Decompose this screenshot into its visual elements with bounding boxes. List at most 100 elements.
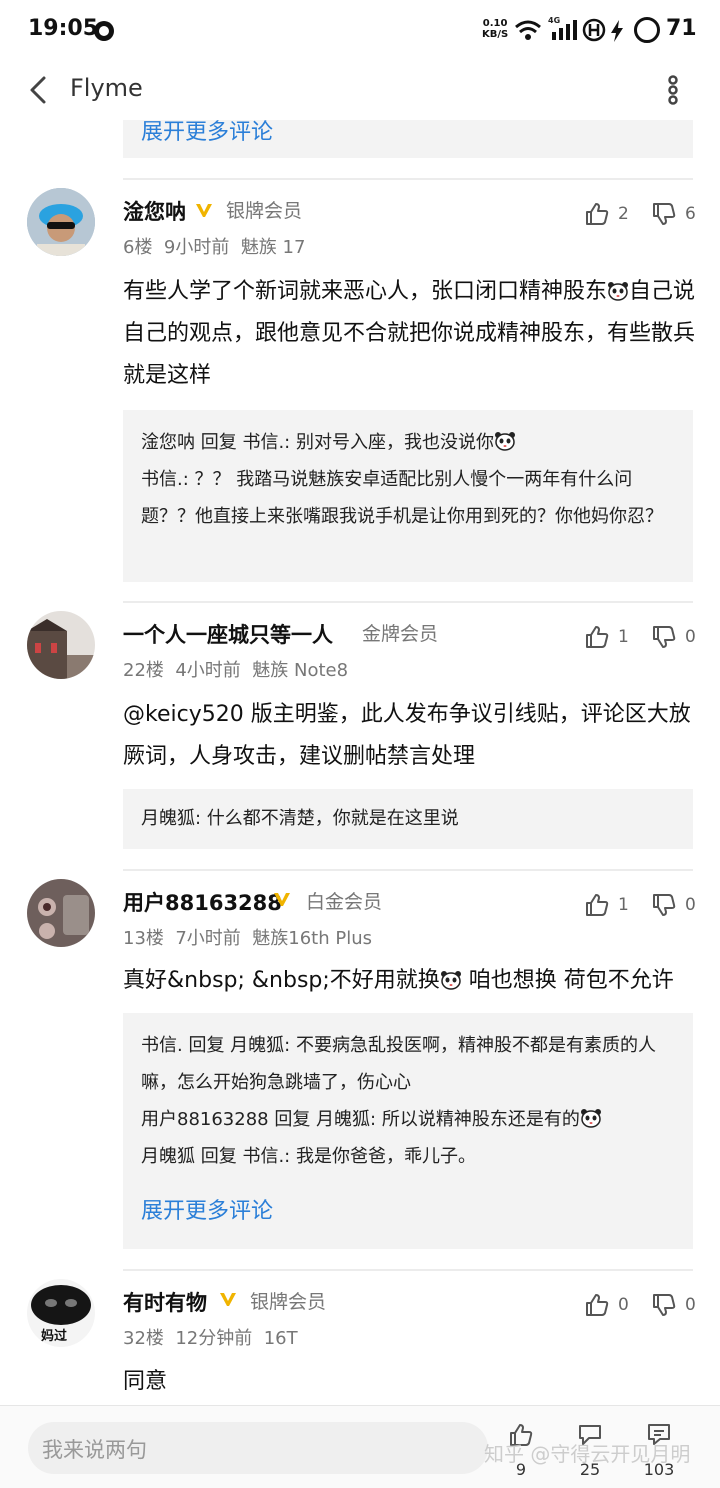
thumbs-down-icon [651,892,677,918]
username[interactable]: 淦您呐 [123,196,186,226]
post-time: 7小时前 [175,928,241,949]
avatar-image [27,879,95,947]
more-vertical-icon [668,75,678,105]
dislike-button[interactable]: 6 [651,197,696,231]
thumbs-down-icon [651,201,677,227]
network-speed-unit: KB/S [482,29,509,40]
dislike-button[interactable]: 0 [651,620,696,654]
username[interactable]: 一个人一座城只等一人 [123,619,333,649]
floor-number: 6楼 [123,237,153,258]
network-speed: 0.10 KB/S [482,18,508,40]
thumbs-up-icon [584,1292,610,1318]
avatar-image [27,188,95,256]
status-bar: 19:05 0.10 KB/S 4G 71 [0,0,720,60]
comment-meta: 32楼 12分钟前 16T [123,1324,298,1350]
comment-content: 有些人学了个新词就来恶心人，张口闭口精神股东 自己说自己的观点，跟他意见不合就把你… [123,271,698,397]
reply-box: 月魄狐: 什么都不清楚，你就是在这里说 [123,789,693,849]
comment-input-placeholder: 我来说两句 [42,1438,147,1462]
username[interactable]: 有时有物 [123,1287,207,1317]
device-name: 魅族 Note8 [252,660,349,681]
status-time: 19:05 [28,16,99,41]
watermark: 知乎 @守得云开见月明 [484,1442,691,1466]
page-title: Flyme [70,74,143,102]
thumbs-up-icon [584,624,610,650]
thumbs-down-icon [651,1292,677,1318]
divider [123,869,693,871]
like-count: 1 [618,627,629,647]
avatar[interactable] [27,611,95,679]
panda-emoji-icon [607,281,629,301]
dislike-button[interactable]: 0 [651,888,696,922]
panda-emoji-icon [440,970,462,990]
member-level: 金牌会员 [362,623,439,645]
dislike-button[interactable]: 0 [651,1288,696,1322]
comment-content: 同意 [123,1369,168,1394]
post-time: 4小时前 [175,660,241,681]
like-count: 2 [618,204,629,224]
comment-meta: 22楼 4小时前 魅族 Note8 [123,656,348,682]
reply-item[interactable]: 用户88163288 回复 月魄狐: 所以说精神股东还是有的 [141,1101,675,1138]
thumbs-down-icon [651,624,677,650]
avatar-caption: 妈过 [41,1329,68,1344]
member-level: 银牌会员 [250,1291,327,1313]
reply-item[interactable]: 书信.: ？？ 我踏马说魅族安卓适配比别人慢个一两年有什么问题？？他直接上来张嘴… [141,461,675,535]
vip-v-icon [194,200,214,220]
vip-v-icon [218,1289,238,1309]
reply-item[interactable]: 月魄狐: 什么都不清楚，你就是在这里说 [141,803,675,835]
reply-item[interactable]: 书信. 回复 月魄狐: 不要病急乱投医啊，精神股不都是有素质的人嘛，怎么开始狗急… [141,1027,675,1101]
like-button[interactable]: 1 [584,620,629,654]
more-options-button[interactable] [658,68,688,112]
divider [123,601,693,603]
member-level: 银牌会员 [226,200,303,222]
bottom-action-bar: 我来说两句 9 25 103 知乎 @守得云开见月明 [0,1405,720,1488]
like-count: 0 [618,1295,629,1315]
panda-emoji-icon [580,1108,602,1128]
reply-box: 淦您呐 回复 书信.: 别对号入座，我也没说你 书信.: ？？ 我踏马说魅族安卓… [123,410,693,582]
avatar[interactable] [27,188,95,256]
network-type: 4G [548,16,561,25]
comment-content-part: 真好&nbsp; &nbsp;不好用就换 [123,968,440,993]
panda-emoji-icon [494,431,516,451]
like-count: 1 [618,895,629,915]
avatar-image [27,611,95,679]
reply-box: 书信. 回复 月魄狐: 不要病急乱投医啊，精神股不都是有素质的人嘛，怎么开始狗急… [123,1013,693,1249]
avatar[interactable] [27,879,95,947]
battery-icon [634,17,660,43]
post-time: 9小时前 [163,237,230,258]
battery-level: 71 [666,16,697,41]
floor-number: 22楼 [123,660,164,681]
comment-meta: 6楼 9小时前 魅族 17 [123,233,305,259]
expand-more-comments-link[interactable]: 展开更多评论 [141,1193,675,1225]
chevron-left-icon [30,76,46,104]
reply-item[interactable]: 月魄狐 回复 书信.: 我是你爸爸，乖儿子。 [141,1138,675,1175]
thumbs-up-icon [584,892,610,918]
like-button[interactable]: 0 [584,1288,629,1322]
username[interactable]: 用户88163288 [123,887,282,917]
divider [123,178,693,180]
reply-item[interactable]: 淦您呐 回复 书信.: 别对号入座，我也没说你 [141,424,675,461]
avatar[interactable]: 妈过 [27,1279,95,1347]
device-name: 16T [263,1328,298,1349]
comment-content: 真好&nbsp; &nbsp;不好用就换 咱也想换 荷包不允许 [123,960,698,1002]
charging-bolt-icon [611,20,623,42]
floor-number: 13楼 [123,928,164,949]
top-nav-bar: Flyme [0,60,720,120]
dislike-count: 0 [685,895,696,915]
comment-content-part: 有些人学了个新词就来恶心人，张口闭口精神股东 [123,279,608,304]
dislike-count: 6 [685,204,696,224]
back-button[interactable] [22,70,58,110]
device-name: 魅族16th Plus [252,928,372,949]
comment-content: @keicy520 版主明鉴，此人发布争议引线贴，评论区大放厥词，人身攻击，建议… [123,702,691,769]
network-speed-value: 0.10 [482,18,508,29]
vip-v-icon [272,889,292,909]
wifi-icon [515,20,541,40]
like-button[interactable]: 1 [584,888,629,922]
thumbs-up-icon [584,201,610,227]
comment-input[interactable]: 我来说两句 [28,1422,488,1474]
notification-app-icon [94,21,114,41]
like-button[interactable]: 2 [584,197,629,231]
member-level: 白金会员 [306,891,383,913]
divider [123,1269,693,1271]
hd-voice-icon [582,18,606,42]
reply-text: 淦您呐 回复 书信.: 别对号入座，我也没说你 [141,432,494,453]
